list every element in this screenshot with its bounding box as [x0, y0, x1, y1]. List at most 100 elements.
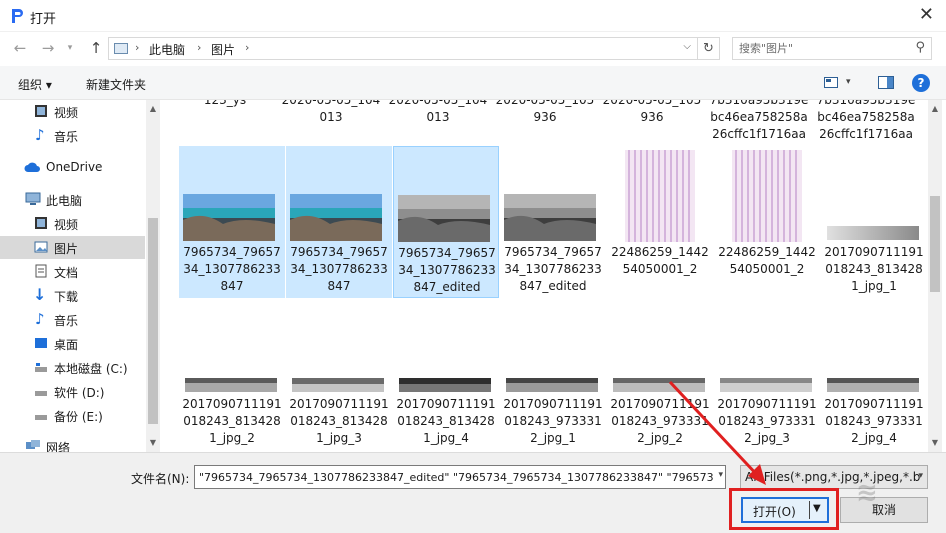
file-item[interactable]: 7b310a95b319e bc46ea758258a 26cffc1f1716…	[706, 100, 812, 141]
sidebar-item-documents[interactable]: 文档	[0, 260, 145, 283]
file-thumbnail	[292, 378, 384, 392]
sidebar-item-downloads[interactable]: ↓ 下载	[0, 284, 145, 307]
file-item[interactable]: 2017090711191 018243_973331 2_jpg_3	[714, 372, 820, 452]
file-item[interactable]: 2017090711191 018243_973331 2_jpg_4	[821, 372, 927, 452]
file-item[interactable]: 2017090711191 018243_813428 1_jpg_2	[179, 372, 285, 452]
sidebar-item-music[interactable]: ♪ 音乐	[0, 124, 145, 147]
scroll-down-icon[interactable]: ▼	[146, 438, 160, 447]
file-item[interactable]: 2017090711191 018243_973331 2_jpg_1	[500, 372, 606, 452]
file-item[interactable]: 2017090711191 018243_813428 1_jpg_1	[821, 146, 927, 298]
file-item[interactable]: 2020-05-05_105 936	[492, 100, 598, 140]
sidebar-item-label: 视频	[54, 218, 79, 232]
view-options-icon[interactable]	[824, 77, 838, 88]
sidebar-item-network[interactable]: 网络	[0, 435, 145, 452]
file-item[interactable]: 22486259_1442 54050001_2	[714, 146, 820, 298]
address-dropdown-icon[interactable]: ⌵	[683, 41, 691, 52]
file-item[interactable]: 2017090711191 018243_813428 1_jpg_4	[393, 372, 499, 452]
sidebar-item-pictures[interactable]: 图片	[0, 236, 145, 259]
sidebar-item-label: 本地磁盘 (C:)	[54, 362, 128, 376]
back-arrow-icon[interactable]: ←	[10, 38, 30, 58]
file-item[interactable]: 22486259_1442 54050001_2	[607, 146, 713, 298]
file-item-selected[interactable]: 7965734_79657 34_1307786233 847	[179, 146, 285, 298]
sidebar-item-videos[interactable]: 视频	[0, 212, 145, 235]
sidebar-item-label: 下载	[54, 290, 79, 304]
file-list-scroll-thumb[interactable]	[930, 196, 940, 292]
refresh-icon[interactable]: ↻	[698, 37, 720, 60]
view-chevron-icon[interactable]: ▾	[846, 77, 851, 87]
close-icon[interactable]: ✕	[919, 4, 934, 25]
scroll-up-icon[interactable]: ▲	[928, 104, 942, 113]
chevron-down-icon[interactable]: ▾	[918, 471, 923, 481]
file-name: 2017090711191 018243_813428 1_jpg_4	[396, 397, 496, 445]
file-name: 2020-05-05_105 936	[495, 100, 595, 124]
file-item[interactable]: 2020-05-05_104 013	[278, 100, 384, 140]
new-folder-button[interactable]: 新建文件夹	[86, 76, 146, 93]
file-item[interactable]: 2020-05-05_104 013	[385, 100, 491, 140]
document-icon	[35, 264, 47, 278]
file-item[interactable]: 7965734_79657 34_1307786233 847_edited	[500, 146, 606, 298]
file-item-selected[interactable]: 7965734_79657 34_1307786233 847_edited	[393, 146, 499, 298]
cloud-icon	[24, 162, 40, 172]
file-name: 2017090711191 018243_973331 2_jpg_1	[503, 397, 603, 445]
file-name: 22486259_1442 54050001_2	[611, 245, 709, 276]
file-list-scrollbar[interactable]: ▲ ▼	[928, 100, 942, 452]
search-icon[interactable]: ⚲	[915, 40, 925, 55]
file-name: 2017090711191 018243_813428 1_jpg_1	[824, 245, 924, 293]
breadcrumb-separator-icon[interactable]: ›	[245, 41, 249, 54]
file-item[interactable]: 123_ys	[172, 100, 278, 140]
sidebar-item-drive-d[interactable]: 软件 (D:)	[0, 380, 145, 403]
file-thumbnail	[290, 194, 382, 241]
drive-icon	[35, 415, 47, 420]
file-type-select[interactable]: All Files(*.png,*.jpg,*.jpeg,*.b ▾	[740, 465, 928, 489]
filename-field[interactable]: ▾	[194, 465, 726, 489]
sidebar-scrollbar[interactable]: ▲ ▼	[146, 100, 160, 452]
cancel-button[interactable]: 取消	[840, 497, 928, 523]
navigation-bar: ← → ▾ ↑ › 此电脑 › 图片 › ⌵ ↻ ⚲	[0, 32, 946, 64]
up-arrow-icon[interactable]: ↑	[86, 38, 106, 58]
breadcrumb-separator-icon[interactable]: ›	[135, 41, 139, 54]
sidebar-item-label: 音乐	[54, 314, 79, 328]
forward-arrow-icon[interactable]: →	[38, 38, 58, 58]
file-item[interactable]: 2017090711191 018243_973331 2_jpg_2	[607, 372, 713, 452]
file-item[interactable]: 7b310a95b319e bc46ea758258a 26cffc1f1716…	[813, 100, 919, 141]
file-item[interactable]: 2017090711191 018243_813428 1_jpg_3	[286, 372, 392, 452]
watermark-logo-icon: ≋	[856, 478, 878, 508]
sidebar-item-onedrive[interactable]: OneDrive	[0, 156, 145, 179]
file-name: 2020-05-05_104 013	[281, 100, 381, 124]
filename-dropdown-icon[interactable]: ▾	[718, 470, 723, 480]
preview-pane-icon[interactable]	[878, 76, 894, 89]
sidebar-item-label: 音乐	[54, 130, 79, 144]
sidebar-item-desktop[interactable]: 桌面	[0, 332, 145, 355]
breadcrumb-separator-icon[interactable]: ›	[197, 41, 201, 54]
recent-locations-chevron-icon[interactable]: ▾	[60, 38, 80, 58]
sidebar-item-drive-e[interactable]: 备份 (E:)	[0, 404, 145, 427]
video-icon	[35, 105, 47, 117]
annotation-highlight-box	[729, 488, 839, 530]
scroll-up-icon[interactable]: ▲	[146, 104, 160, 113]
sidebar-item-label: 视频	[54, 106, 79, 120]
scroll-down-icon[interactable]: ▼	[928, 438, 942, 447]
breadcrumb-pictures[interactable]: 图片	[211, 41, 235, 58]
file-name: 22486259_1442 54050001_2	[718, 245, 816, 276]
search-input[interactable]	[739, 40, 899, 57]
sidebar-item-local-disk-c[interactable]: 本地磁盘 (C:)	[0, 356, 145, 379]
sidebar-item-label: 软件 (D:)	[54, 386, 105, 400]
sidebar-scroll-thumb[interactable]	[148, 218, 158, 424]
sidebar-item-label: 此电脑	[46, 194, 83, 208]
filename-label: 文件名(N):	[131, 472, 190, 486]
sidebar-item-videos[interactable]: 视频	[0, 100, 145, 123]
file-item-selected[interactable]: 7965734_79657 34_1307786233 847	[286, 146, 392, 298]
sidebar-item-label: 文档	[54, 266, 79, 280]
download-icon: ↓	[33, 285, 47, 304]
organize-menu[interactable]: 组织 ▾	[18, 76, 52, 93]
help-icon[interactable]: ?	[912, 74, 930, 92]
file-item[interactable]: 2020-05-05_105 936	[599, 100, 705, 140]
filename-input[interactable]	[199, 469, 713, 486]
file-name: 2017090711191 018243_973331 2_jpg_3	[717, 397, 817, 445]
sidebar-item-this-pc[interactable]: 此电脑	[0, 188, 145, 211]
music-icon: ♪	[35, 126, 45, 144]
address-bar[interactable]: › 此电脑 › 图片 › ⌵	[108, 37, 698, 60]
sidebar-item-music[interactable]: ♪ 音乐	[0, 308, 145, 331]
search-box[interactable]: ⚲	[732, 37, 932, 60]
breadcrumb-this-pc[interactable]: 此电脑	[149, 41, 185, 58]
